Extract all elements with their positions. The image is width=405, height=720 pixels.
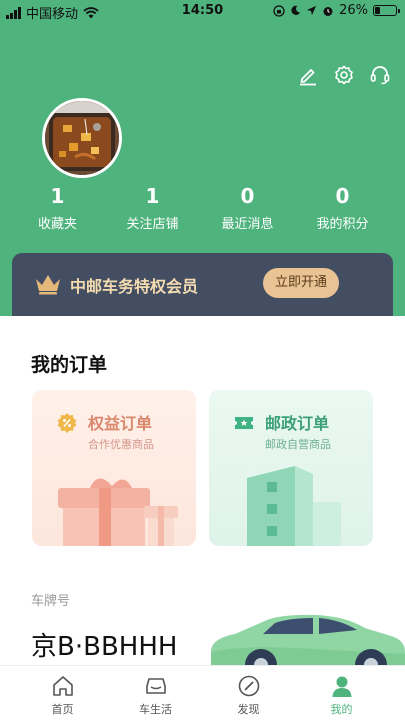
tab-bar: 首页 车生活 发现 我的 [0, 665, 405, 720]
lock-rotation-icon [273, 4, 285, 17]
location-icon [307, 5, 317, 16]
stat-recent-messages[interactable]: 0 最近消息 [200, 183, 295, 232]
user-icon [332, 676, 351, 697]
alarm-icon [323, 6, 333, 16]
car-illustration [211, 614, 405, 665]
crown-icon [36, 275, 60, 295]
main-content: 我的订单 权益订单 合作优惠商品 邮政订单 邮政自营商品 车牌号 京B·BBHH… [0, 316, 405, 665]
building-illustration [247, 466, 341, 546]
tab-label: 车生活 [139, 703, 172, 716]
postal-orders-card[interactable]: 邮政订单 邮政自营商品 [209, 390, 373, 546]
stat-points[interactable]: 0 我的积分 [295, 183, 390, 232]
plate-number[interactable]: 京B·BBHHH [31, 626, 177, 663]
tab-label: 发现 [237, 703, 260, 716]
card-title: 权益订单 [88, 414, 153, 433]
user-stats: 1 收藏夹 1 关注店铺 0 最近消息 0 我的积分 [0, 183, 405, 232]
moon-icon [291, 5, 301, 15]
home-icon [52, 676, 73, 696]
card-title: 邮政订单 [265, 414, 330, 433]
card-subtitle: 邮政自营商品 [265, 438, 331, 451]
tab-discover[interactable]: 发现 [202, 666, 295, 720]
tab-mine[interactable]: 我的 [295, 666, 388, 720]
status-bar: 中国移动 14:50 26% [0, 0, 405, 22]
stat-favorites[interactable]: 1 收藏夹 [10, 183, 105, 232]
stat-value: 1 [50, 184, 65, 208]
stat-label: 我的积分 [316, 217, 369, 232]
vip-activate-button[interactable]: 立即开通 [263, 268, 339, 298]
benefit-orders-card[interactable]: 权益订单 合作优惠商品 [32, 390, 196, 546]
car-icon [145, 678, 166, 694]
stat-label: 收藏夹 [37, 217, 77, 232]
edit-icon[interactable] [297, 64, 319, 86]
battery-percent: 26% [339, 3, 368, 18]
orders-title: 我的订单 [31, 354, 108, 376]
tab-car-life[interactable]: 车生活 [109, 666, 202, 720]
plate-label: 车牌号 [31, 594, 71, 609]
stat-value: 0 [240, 184, 255, 208]
vip-title: 中邮车务特权会员 [70, 277, 199, 296]
tab-label: 我的 [330, 703, 353, 716]
gift-box-illustration [58, 478, 178, 546]
discount-badge-icon [57, 413, 77, 433]
stat-label: 最近消息 [221, 217, 274, 232]
compass-icon [238, 675, 259, 697]
customer-service-icon[interactable] [369, 64, 391, 86]
ticket-icon [235, 417, 253, 429]
avatar[interactable] [42, 98, 122, 178]
battery-icon [373, 5, 400, 16]
vip-banner[interactable]: 中邮车务特权会员 立即开通 [12, 253, 393, 316]
tab-label: 首页 [51, 703, 74, 716]
settings-icon[interactable] [333, 64, 355, 86]
stat-value: 1 [145, 184, 160, 208]
stat-value: 0 [335, 184, 350, 208]
stat-label: 关注店铺 [126, 217, 179, 232]
tab-home[interactable]: 首页 [16, 666, 109, 720]
stat-followed-shops[interactable]: 1 关注店铺 [105, 183, 200, 232]
header-actions [297, 64, 391, 86]
card-subtitle: 合作优惠商品 [88, 438, 154, 451]
